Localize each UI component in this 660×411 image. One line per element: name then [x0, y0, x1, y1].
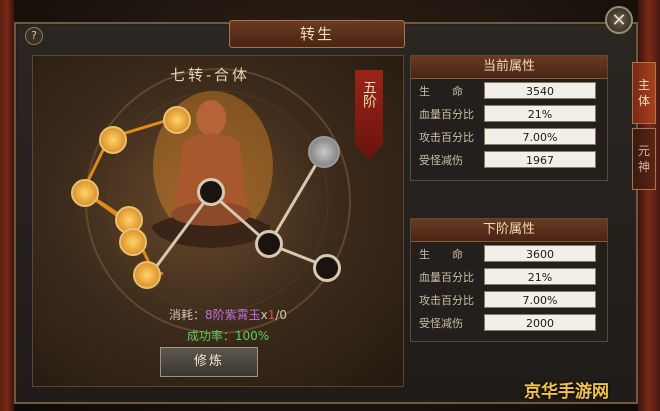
- next-attributes-header: 下阶属性: [411, 219, 607, 242]
- attr-label: 攻击百分比: [419, 131, 474, 144]
- attr-row: 攻击百分比 7.00%: [411, 125, 607, 148]
- cost-have: /0: [275, 308, 288, 322]
- attr-value: 7.00%: [484, 128, 596, 145]
- node-2[interactable]: [163, 106, 191, 134]
- node-8-center[interactable]: [197, 178, 225, 206]
- cost-line: 消耗：8阶紫霄玉x1/0: [128, 306, 328, 323]
- attr-value: 21%: [484, 105, 596, 122]
- node-6[interactable]: [133, 261, 161, 289]
- attr-row: 生 命 3600: [411, 242, 607, 265]
- attr-value: 2000: [484, 314, 596, 331]
- node-7-locked[interactable]: [308, 136, 340, 168]
- attr-value: 1967: [484, 151, 596, 168]
- attr-label: 生 命: [419, 248, 463, 261]
- attr-label: 受怪减伤: [419, 317, 463, 330]
- attr-value: 3540: [484, 82, 596, 99]
- tab-primordial-spirit[interactable]: 元 神: [632, 128, 656, 190]
- tier-badge: 五阶: [355, 70, 383, 160]
- tier-badge-text: 五阶: [361, 80, 377, 108]
- attr-row: 血量百分比 21%: [411, 265, 607, 288]
- next-attributes-panel: 下阶属性 生 命 3600 血量百分比 21% 攻击百分比 7.00% 受怪减伤 200…: [410, 218, 608, 342]
- attr-row: 受怪减伤 2000: [411, 311, 607, 334]
- node-5[interactable]: [119, 228, 147, 256]
- cost-mult: x: [260, 308, 268, 322]
- attr-row: 血量百分比 21%: [411, 102, 607, 125]
- tab-main-body-label: 主 体: [637, 78, 650, 108]
- attr-value: 3600: [484, 245, 596, 262]
- node-1[interactable]: [99, 126, 127, 154]
- train-button[interactable]: 修炼: [160, 347, 258, 377]
- attr-label: 攻击百分比: [419, 294, 474, 307]
- cost-item[interactable]: 8阶紫霄玉: [205, 308, 261, 322]
- attr-label: 血量百分比: [419, 108, 474, 121]
- window-title: 转生: [229, 20, 405, 48]
- tab-main-body[interactable]: 主 体: [632, 62, 656, 124]
- attr-row: 攻击百分比 7.00%: [411, 288, 607, 311]
- attr-value: 21%: [484, 268, 596, 285]
- close-button[interactable]: ✕: [605, 6, 633, 34]
- attr-label: 受怪减伤: [419, 154, 463, 167]
- attr-label: 血量百分比: [419, 271, 474, 284]
- tab-primordial-spirit-label: 元 神: [637, 144, 650, 174]
- stage-title: 七转-合体: [169, 66, 251, 84]
- current-attributes-panel: 当前属性 生 命 3540 血量百分比 21% 攻击百分比 7.00% 受怪减伤 196…: [410, 55, 608, 181]
- attr-label: 生 命: [419, 85, 463, 98]
- help-icon[interactable]: ?: [25, 27, 43, 45]
- attr-row: 生 命 3540: [411, 79, 607, 102]
- node-10[interactable]: [313, 254, 341, 282]
- watermark-logo: 京华手游网: [524, 382, 609, 402]
- current-attributes-header: 当前属性: [411, 56, 607, 79]
- node-9[interactable]: [255, 230, 283, 258]
- attr-value: 7.00%: [484, 291, 596, 308]
- node-3[interactable]: [71, 179, 99, 207]
- left-decor-strip: [0, 0, 14, 411]
- attr-row: 受怪减伤 1967: [411, 148, 607, 171]
- cost-prefix: 消耗：: [168, 308, 205, 322]
- success-rate: 成功率：100%: [186, 329, 270, 343]
